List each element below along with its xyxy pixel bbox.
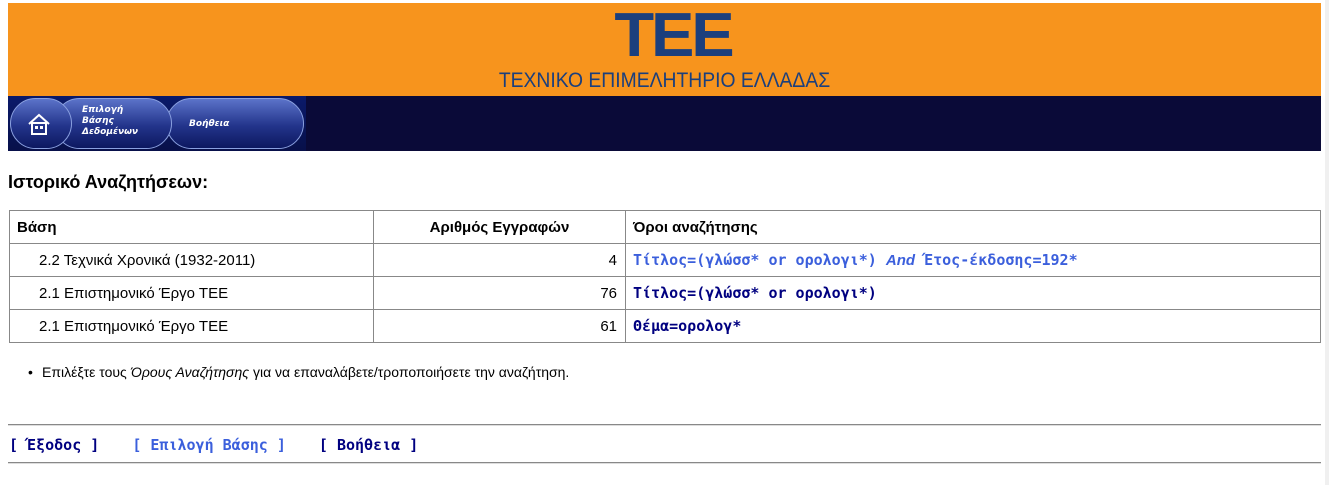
term-b: Έτος-έκδοσης=192*	[924, 251, 1078, 269]
nav-tabs: Βοήθεια Επιλογή Βάσης Δεδομένων	[8, 96, 306, 151]
col-header-db: Βάση	[9, 210, 374, 244]
row-count: 4	[373, 243, 626, 277]
select-db-link[interactable]: [ Επιλογή Βάσης ]	[132, 436, 286, 454]
org-name: ΤΕΧΝΙΚΟ ΕΠΙΜΕΛΗΤΗΡΙΟ ΕΛΛΑΔΑΣ	[498, 69, 831, 92]
row-db: 2.1 Επιστημονικό Έργο ΤΕΕ	[9, 276, 374, 310]
nav-help-label: Βοήθεια	[189, 119, 230, 129]
nav-bar: Βοήθεια Επιλογή Βάσης Δεδομένων	[8, 96, 1321, 151]
search-terms-link[interactable]: Τίτλος=(γλώσσ* or ορολογι*) And Έτος-έκδ…	[633, 251, 1078, 269]
hint-text: Επιλέξτε τους Όρους Αναζήτησης για να επ…	[28, 364, 570, 380]
search-terms-link[interactable]: Θέμα=ορολογ*	[633, 317, 741, 335]
row-terms: Θέμα=ορολογ*	[625, 309, 1321, 343]
nav-home-button[interactable]	[10, 98, 72, 149]
home-icon	[28, 113, 50, 135]
table-header-row: Βάση Αριθμός Εγγραφών Όροι αναζήτησης	[9, 210, 1321, 244]
divider	[8, 424, 1321, 426]
page-edge	[1325, 0, 1329, 485]
col-header-terms: Όροι αναζήτησης	[625, 210, 1321, 244]
row-count: 76	[373, 276, 626, 310]
row-db: 2.2 Τεχνικά Χρονικά (1932-2011)	[9, 243, 374, 277]
search-history-table: Βάση Αριθμός Εγγραφών Όροι αναζήτησης 2.…	[9, 210, 1321, 343]
exit-link[interactable]: [ Έξοδος ]	[9, 436, 99, 454]
header-banner: ΤΕΕ ΤΕΧΝΙΚΟ ΕΠΙΜΕΛΗΤΗΡΙΟ ΕΛΛΑΔΑΣ	[8, 3, 1321, 96]
hint-emphasis: Όρους Αναζήτησης	[130, 364, 250, 380]
row-terms: Τίτλος=(γλώσσ* or ορολογι*)	[625, 276, 1321, 310]
tee-logo: ΤΕΕ	[614, 1, 734, 70]
table-row: 2.2 Τεχνικά Χρονικά (1932-2011) 4 Τίτλος…	[9, 243, 1321, 277]
operator: And	[885, 252, 916, 269]
table-row: 2.1 Επιστημονικό Έργο ΤΕΕ 76 Τίτλος=(γλώ…	[9, 276, 1321, 310]
help-link[interactable]: [ Βοήθεια ]	[319, 436, 418, 454]
hint-before: Επιλέξτε τους	[42, 364, 131, 380]
term-a: Τίτλος=(γλώσσ* or ορολογι*)	[633, 251, 877, 269]
row-count: 61	[373, 309, 626, 343]
hint-after: για να επαναλάβετε/τροποποιήσετε την ανα…	[249, 364, 570, 380]
table-row: 2.1 Επιστημονικό Έργο ΤΕΕ 61 Θέμα=ορολογ…	[9, 309, 1321, 343]
row-terms: Τίτλος=(γλώσσ* or ορολογι*) And Έτος-έκδ…	[625, 243, 1321, 277]
nav-select-db-label: Επιλογή Βάσης Δεδομένων	[82, 105, 139, 137]
divider	[8, 462, 1321, 464]
nav-help-button[interactable]: Βοήθεια	[166, 98, 304, 149]
col-header-count: Αριθμός Εγγραφών	[373, 210, 626, 244]
footer-links: [ Έξοδος ] [ Επιλογή Βάσης ] [ Βοήθεια ]	[9, 436, 442, 454]
search-terms-link[interactable]: Τίτλος=(γλώσσ* or ορολογι*)	[633, 284, 877, 302]
page-title: Ιστορικό Αναζητήσεων:	[8, 172, 209, 192]
row-db: 2.1 Επιστημονικό Έργο ΤΕΕ	[9, 309, 374, 343]
